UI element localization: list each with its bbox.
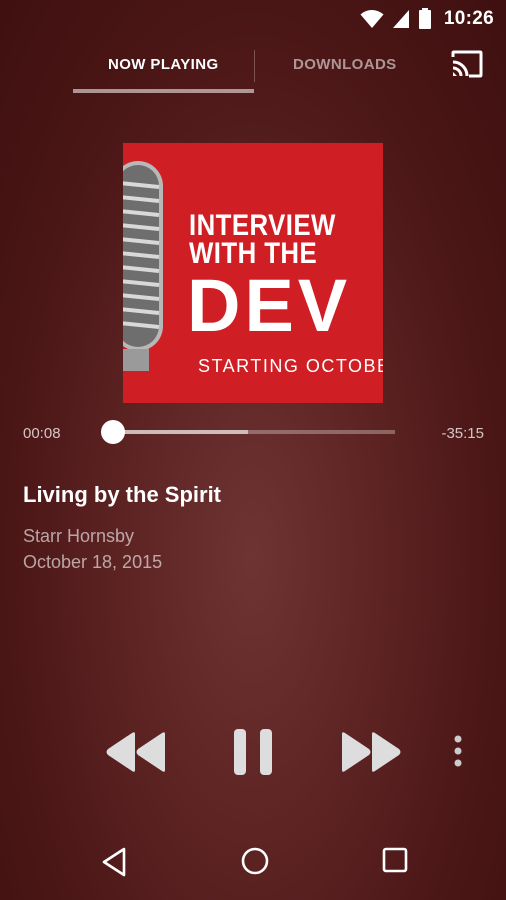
track-title: Living by the Spirit [23,482,222,507]
signal-icon [392,10,409,28]
more-vert-icon[interactable] [452,735,464,769]
back-icon[interactable] [100,846,128,878]
album-art-text-line3: DEV [187,264,352,347]
status-icons: 10:26 [360,8,494,30]
elapsed-time: 00:08 [23,425,61,442]
battery-icon [418,8,431,29]
album-art: INTERVIEW WITH THE DEV STARTING OCTOBER [123,143,383,403]
rewind-icon[interactable] [105,731,167,773]
tab-downloads[interactable]: DOWNLOADS [293,56,397,73]
fast-forward-icon[interactable] [340,731,402,773]
seek-thumb[interactable] [101,420,125,444]
home-icon[interactable] [240,846,270,876]
track-date: October 18, 2015 [23,552,163,572]
seek-bar[interactable] [113,430,395,434]
remaining-time: -35:15 [441,425,484,442]
status-bar: 10:26 [0,0,506,36]
tab-now-playing[interactable]: NOW PLAYING [108,56,219,73]
microphone-graphic [123,161,163,371]
wifi-icon [360,10,384,28]
cast-icon[interactable] [450,50,484,78]
tab-indicator [73,89,254,93]
track-speaker: Starr Hornsby [23,526,135,546]
seek-buffer [113,430,249,434]
system-nav-bar [0,828,506,900]
recents-icon[interactable] [382,846,408,874]
pause-icon[interactable] [232,728,274,776]
status-clock: 10:26 [443,8,494,29]
album-art-text-line4: STARTING OCTOBER [198,356,383,376]
tab-divider [254,50,255,82]
tab-bar: NOW PLAYING DOWNLOADS [0,44,506,96]
